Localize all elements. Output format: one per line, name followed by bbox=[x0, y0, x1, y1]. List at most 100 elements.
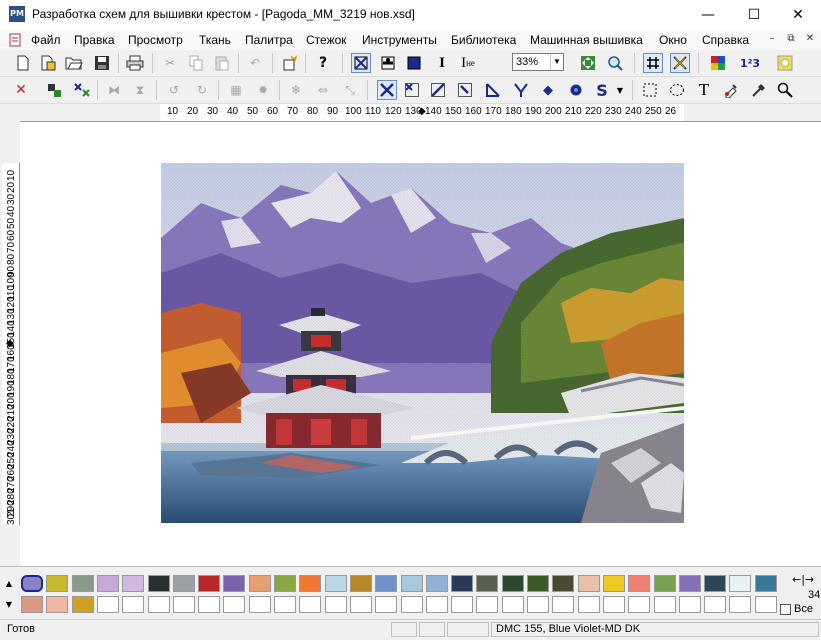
palette-down-icon[interactable]: ▼ bbox=[3, 596, 15, 614]
palette-swatch-selected[interactable] bbox=[21, 575, 43, 592]
menu-machine-embroidery[interactable]: Машинная вышивка bbox=[530, 33, 643, 47]
palette-swatch[interactable] bbox=[577, 575, 600, 592]
palette-swatch[interactable] bbox=[628, 596, 651, 613]
insert-icon[interactable] bbox=[280, 53, 300, 73]
eyedropper-icon[interactable] bbox=[749, 80, 769, 100]
palette-swatch[interactable] bbox=[476, 575, 499, 592]
palette-swatch[interactable] bbox=[375, 596, 398, 613]
dither-icon[interactable]: ▦ bbox=[226, 80, 246, 100]
palette-swatch[interactable] bbox=[46, 596, 69, 613]
cut-icon[interactable]: ✂ bbox=[160, 53, 180, 73]
fork-stitch-icon[interactable] bbox=[511, 80, 531, 100]
palette-swatch[interactable] bbox=[46, 575, 69, 592]
palette-swatch[interactable] bbox=[602, 575, 625, 592]
checkbox-icon[interactable] bbox=[780, 603, 791, 615]
filled-square-icon[interactable] bbox=[404, 53, 424, 73]
palette-swatch[interactable] bbox=[71, 575, 94, 592]
menu-stitch[interactable]: Стежок bbox=[306, 33, 347, 47]
lasso-icon[interactable] bbox=[667, 80, 687, 100]
palette-swatch[interactable] bbox=[678, 575, 701, 592]
copy-icon[interactable] bbox=[186, 53, 206, 73]
quarter-stitch-icon[interactable] bbox=[402, 80, 422, 100]
grid-icon[interactable] bbox=[643, 53, 663, 73]
help-icon[interactable]: ? bbox=[313, 53, 333, 73]
palette-swatch[interactable] bbox=[653, 575, 676, 592]
palette-swatch[interactable] bbox=[349, 596, 372, 613]
palette-swatch[interactable] bbox=[754, 596, 777, 613]
menu-fabric[interactable]: Ткань bbox=[199, 33, 231, 47]
palette-swatch[interactable] bbox=[552, 575, 575, 592]
fit-icon[interactable] bbox=[578, 53, 598, 73]
menu-window[interactable]: Окно bbox=[659, 33, 687, 47]
bead-icon[interactable]: ◆ bbox=[538, 80, 558, 100]
chevron-down-icon[interactable]: ▼ bbox=[614, 80, 626, 100]
menu-edit[interactable]: Правка bbox=[74, 33, 115, 47]
palette-swatch[interactable] bbox=[425, 575, 448, 592]
cross-grid-icon[interactable] bbox=[670, 53, 690, 73]
palette-swatch[interactable] bbox=[754, 575, 777, 592]
open-folder-icon[interactable] bbox=[64, 53, 84, 73]
cross-stitch-pattern[interactable] bbox=[161, 163, 684, 523]
palette-swatch[interactable] bbox=[425, 596, 448, 613]
new-file-icon[interactable] bbox=[13, 53, 33, 73]
text-cursor-icon[interactable]: I bbox=[432, 53, 452, 73]
palette-swatch[interactable] bbox=[198, 596, 221, 613]
palette-swatch[interactable] bbox=[729, 575, 752, 592]
zoom-icon[interactable] bbox=[605, 53, 625, 73]
menu-help[interactable]: Справка bbox=[702, 33, 749, 47]
close-button[interactable]: ✕ bbox=[775, 0, 821, 30]
palette-swatch[interactable] bbox=[501, 596, 524, 613]
menu-palette[interactable]: Палитра bbox=[245, 33, 293, 47]
rect-select-icon[interactable] bbox=[640, 80, 660, 100]
half-stitch-icon[interactable] bbox=[378, 53, 398, 73]
numbering-icon[interactable]: 1²3 bbox=[740, 53, 760, 73]
palette-swatch[interactable] bbox=[122, 575, 145, 592]
palette-all-checkbox[interactable]: Все bbox=[780, 603, 813, 615]
paste-icon[interactable] bbox=[212, 53, 232, 73]
palette-swatch[interactable] bbox=[122, 596, 145, 613]
text-insert-icon[interactable]: T bbox=[694, 80, 714, 100]
text-tool-icon[interactable]: Iнe bbox=[458, 53, 478, 73]
highlight-icon[interactable] bbox=[775, 53, 795, 73]
palette-swatch[interactable] bbox=[602, 596, 625, 613]
palette-swatch[interactable] bbox=[248, 575, 271, 592]
long-stitch-icon[interactable] bbox=[483, 80, 503, 100]
palette-swatch[interactable] bbox=[21, 596, 43, 613]
move-icon[interactable] bbox=[44, 80, 64, 100]
minimize-button[interactable]: — bbox=[685, 0, 731, 30]
color-picker-icon[interactable] bbox=[721, 80, 741, 100]
palette-swatch[interactable] bbox=[172, 575, 195, 592]
palette-swatch[interactable] bbox=[96, 575, 119, 592]
save-icon[interactable] bbox=[92, 53, 112, 73]
palette-swatch[interactable] bbox=[577, 596, 600, 613]
zoom-select[interactable]: 33% ▼ bbox=[512, 53, 564, 71]
backstitch-icon[interactable] bbox=[455, 80, 475, 100]
chevron-down-icon[interactable]: ▼ bbox=[550, 54, 563, 70]
print-icon[interactable] bbox=[125, 53, 145, 73]
palette-swatch[interactable] bbox=[147, 575, 170, 592]
document-icon[interactable] bbox=[8, 33, 22, 47]
palette-swatch[interactable] bbox=[653, 596, 676, 613]
palette-swatch[interactable] bbox=[552, 596, 575, 613]
palette-swatch[interactable] bbox=[198, 575, 221, 592]
three-quarter-stitch-icon[interactable] bbox=[428, 80, 448, 100]
palette-swatch[interactable] bbox=[299, 575, 322, 592]
rotate-right-icon[interactable]: ↻ bbox=[192, 80, 212, 100]
palette-swatch[interactable] bbox=[451, 596, 474, 613]
palette-swatch[interactable] bbox=[628, 575, 651, 592]
palette-icon[interactable] bbox=[708, 53, 728, 73]
palette-swatch[interactable] bbox=[400, 575, 423, 592]
palette-swatch[interactable] bbox=[274, 596, 296, 613]
french-knot-icon[interactable] bbox=[566, 80, 586, 100]
mdi-minimize-button[interactable]: – bbox=[764, 32, 780, 46]
rotate-left-icon[interactable]: ↺ bbox=[164, 80, 184, 100]
snow-icon[interactable]: ❄ bbox=[286, 80, 306, 100]
palette-swatch[interactable] bbox=[299, 596, 322, 613]
menu-file[interactable]: Файл bbox=[31, 33, 61, 47]
palette-swatch[interactable] bbox=[501, 575, 524, 592]
menu-tools[interactable]: Инструменты bbox=[362, 33, 437, 47]
palette-swatch[interactable] bbox=[451, 575, 474, 592]
palette-swatch[interactable] bbox=[729, 596, 752, 613]
menu-view[interactable]: Просмотр bbox=[128, 33, 183, 47]
palette-swatch[interactable] bbox=[527, 596, 549, 613]
